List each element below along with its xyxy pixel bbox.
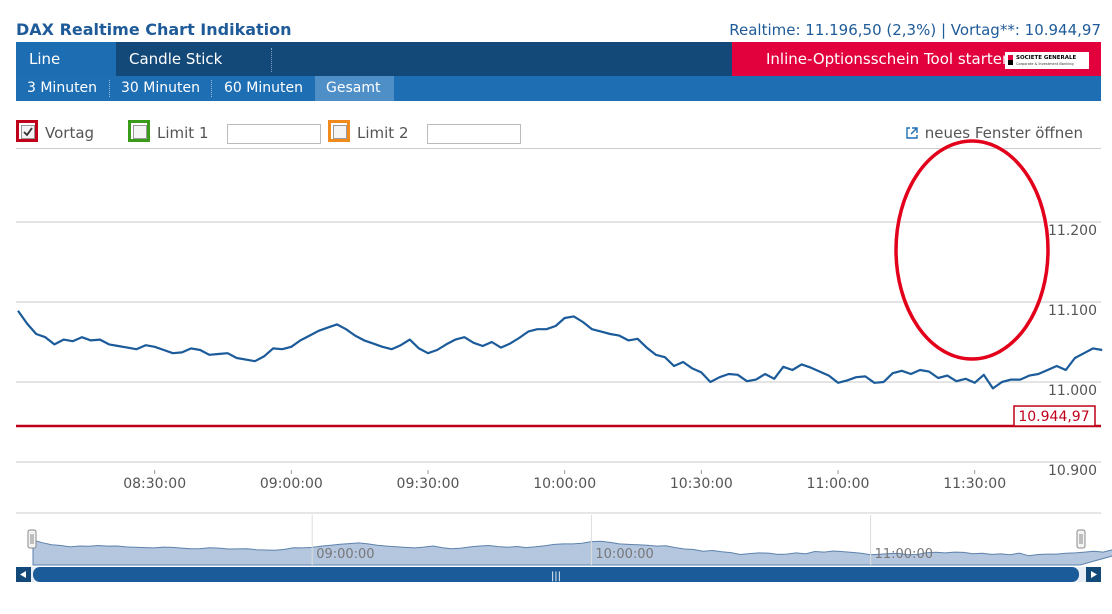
y-tick-label: 10.900	[1048, 463, 1097, 479]
highlight-circle	[894, 139, 1050, 361]
navigator-time-label: 11:00:00	[875, 547, 933, 562]
vortag-value-label: 10.944,97	[1018, 409, 1089, 425]
y-tick-label: 11.000	[1048, 383, 1097, 399]
x-tick-label: 11:30:00	[943, 476, 1006, 492]
x-tick-label: 08:30:00	[123, 476, 186, 492]
navigator-time-label: 09:00:00	[316, 547, 374, 562]
navigator-area	[32, 539, 1112, 566]
navigator-time-label: 10:00:00	[595, 547, 653, 562]
navigator-scrollbar[interactable]	[16, 567, 1101, 582]
x-tick-label: 10:00:00	[533, 476, 596, 492]
y-tick-label: 11.100	[1048, 303, 1097, 319]
navigator-right-handle	[1076, 529, 1086, 549]
x-tick-label: 09:00:00	[260, 476, 323, 492]
x-tick-label: 10:30:00	[670, 476, 733, 492]
x-tick-label: 09:30:00	[397, 476, 460, 492]
navigator-left-handle	[27, 529, 37, 549]
price-chart: 10.944,97 11.200 11.100 11.000 10.900 08:30…	[16, 139, 1112, 582]
x-tick-label: 11:00:00	[807, 476, 870, 492]
y-tick-label: 11.200	[1048, 223, 1097, 239]
